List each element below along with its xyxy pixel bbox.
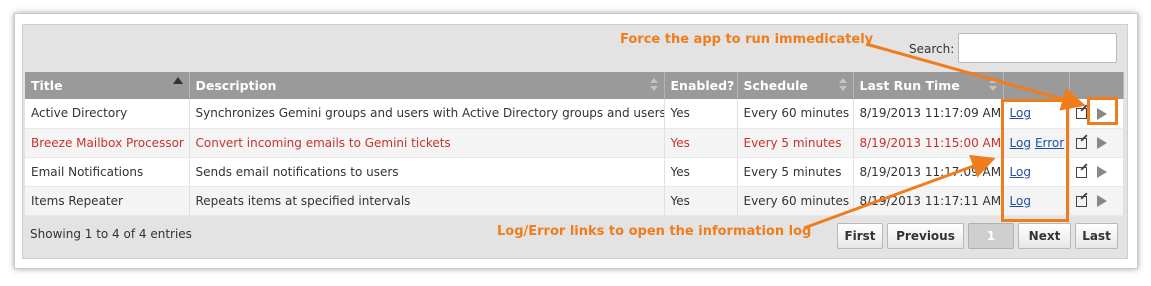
callout-run: Force the app to run immedicately <box>620 32 874 47</box>
callout-log: Log/Error links to open the information … <box>497 224 812 239</box>
callout-arrows <box>803 42 1086 230</box>
